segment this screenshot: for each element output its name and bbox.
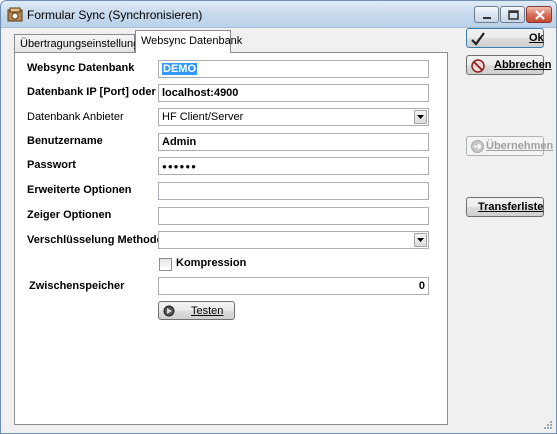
- tab-transfer-settings[interactable]: Übertragungseinstellungen: [14, 34, 151, 52]
- title-bar[interactable]: Formular Sync (Synchronisieren): [1, 1, 556, 28]
- resize-grip-icon[interactable]: [542, 419, 553, 430]
- arrow-right-icon: [471, 140, 484, 153]
- encryption-label: Verschlüsselung Methode: [27, 234, 163, 246]
- sync-app-icon: [7, 7, 23, 22]
- ok-button[interactable]: Ok: [466, 28, 544, 48]
- close-button[interactable]: [526, 6, 552, 23]
- websync-db-value: DEMO: [162, 63, 197, 75]
- password-field[interactable]: ●●●●●●: [158, 157, 429, 175]
- websync-db-field[interactable]: DEMO: [158, 60, 429, 78]
- test-button-label: Testen: [191, 305, 224, 317]
- cancel-button[interactable]: Abbrechen: [466, 55, 551, 75]
- no-entry-icon: [471, 59, 485, 73]
- test-icon: [163, 305, 175, 317]
- tab-panel-websync: Websync Datenbank DEMO Datenbank IP [Por…: [14, 52, 448, 425]
- advanced-options-label: Erweiterte Optionen: [27, 184, 132, 196]
- db-provider-value: HF Client/Server: [162, 111, 244, 123]
- app-window: Formular Sync (Synchronisieren) Übertrag…: [0, 0, 557, 434]
- compression-label: Kompression: [176, 257, 247, 269]
- db-ip-field[interactable]: localhost:4900: [158, 84, 429, 102]
- apply-button[interactable]: Übernehmen: [466, 136, 553, 156]
- checkmark-icon: [471, 32, 485, 46]
- websync-db-label: Websync Datenbank: [27, 62, 135, 74]
- cache-label: Zwischenspeicher: [29, 280, 125, 292]
- username-field[interactable]: Admin: [158, 133, 429, 151]
- apply-button-label: Übernehmen: [486, 140, 554, 152]
- password-label: Passwort: [27, 159, 76, 171]
- db-provider-label: Datenbank Anbieter: [27, 111, 124, 123]
- username-label: Benutzername: [27, 135, 103, 147]
- window-title: Formular Sync (Synchronisieren): [27, 8, 203, 22]
- cache-field[interactable]: 0: [158, 277, 429, 295]
- tab-websync-database[interactable]: Websync Datenbank: [135, 30, 242, 53]
- db-provider-select[interactable]: HF Client/Server: [158, 108, 429, 126]
- test-button[interactable]: Testen: [158, 301, 235, 320]
- advanced-options-field[interactable]: [158, 182, 429, 200]
- compression-checkbox[interactable]: [159, 258, 172, 271]
- chevron-down-icon[interactable]: [414, 110, 427, 124]
- pointer-options-label: Zeiger Optionen: [27, 209, 112, 221]
- transfer-list-button-label: Transferliste: [478, 201, 544, 213]
- minimize-button[interactable]: [474, 6, 499, 23]
- maximize-button[interactable]: [500, 6, 525, 23]
- pointer-options-field[interactable]: [158, 207, 429, 225]
- transfer-list-button[interactable]: Transferliste: [466, 197, 544, 217]
- encryption-select[interactable]: [158, 231, 429, 249]
- ok-button-label: Ok: [529, 32, 544, 44]
- chevron-down-icon[interactable]: [414, 233, 427, 247]
- cancel-button-label: Abbrechen: [494, 59, 552, 71]
